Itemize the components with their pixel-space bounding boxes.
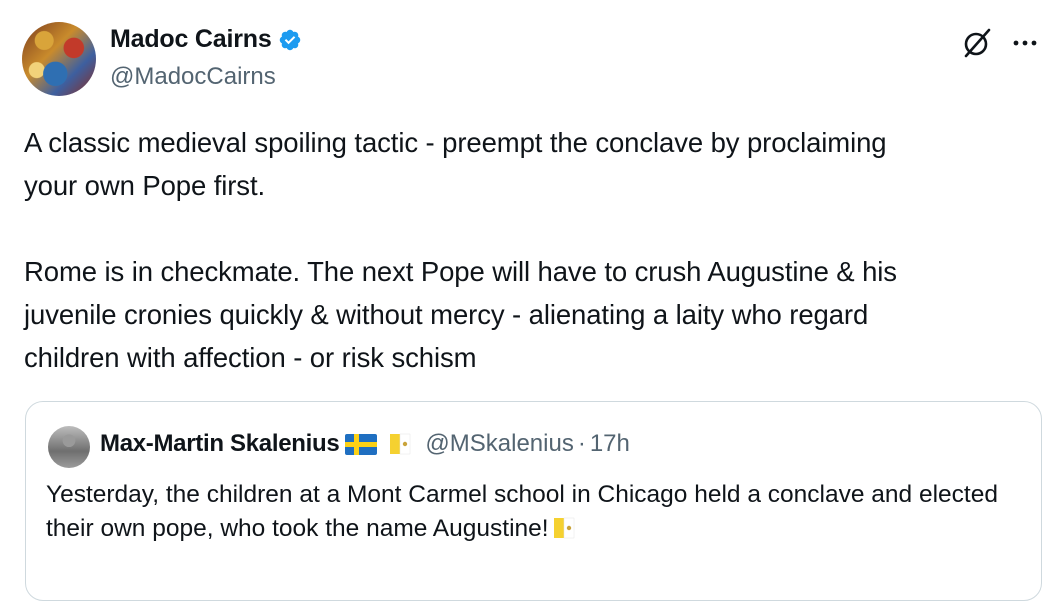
quoted-tweet-text: Yesterday, the children at a Mont Carmel…	[46, 481, 998, 542]
more-options-icon[interactable]	[1010, 28, 1040, 58]
quoted-tweet-header: Max-Martin Skalenius @MSkalenius · 17h	[100, 430, 630, 458]
verified-badge-icon[interactable]	[278, 28, 302, 52]
author-name-row: Madoc Cairns	[110, 25, 302, 54]
vatican-flag-icon	[390, 433, 411, 455]
author-avatar[interactable]	[22, 22, 96, 96]
quoted-tweet-text-container: Yesterday, the children at a Mont Carmel…	[46, 478, 1006, 546]
quoted-author-name[interactable]: Max-Martin Skalenius	[100, 430, 340, 458]
author-display-name[interactable]: Madoc Cairns	[110, 25, 272, 54]
quoted-author-handle[interactable]: @MSkalenius	[425, 430, 573, 458]
grok-icon[interactable]	[960, 26, 994, 60]
quoted-author-avatar[interactable]	[48, 426, 90, 468]
quoted-separator: ·	[577, 430, 586, 457]
vatican-flag-icon	[553, 517, 574, 539]
sweden-flag-icon	[345, 433, 378, 455]
quoted-timestamp[interactable]: 17h	[590, 430, 630, 458]
author-handle[interactable]: @MadocCairns	[110, 63, 276, 91]
tweet-text: A classic medieval spoiling tactic - pre…	[24, 127, 897, 373]
quoted-tweet-card[interactable]: Max-Martin Skalenius @MSkalenius · 17h Y…	[25, 401, 1042, 601]
